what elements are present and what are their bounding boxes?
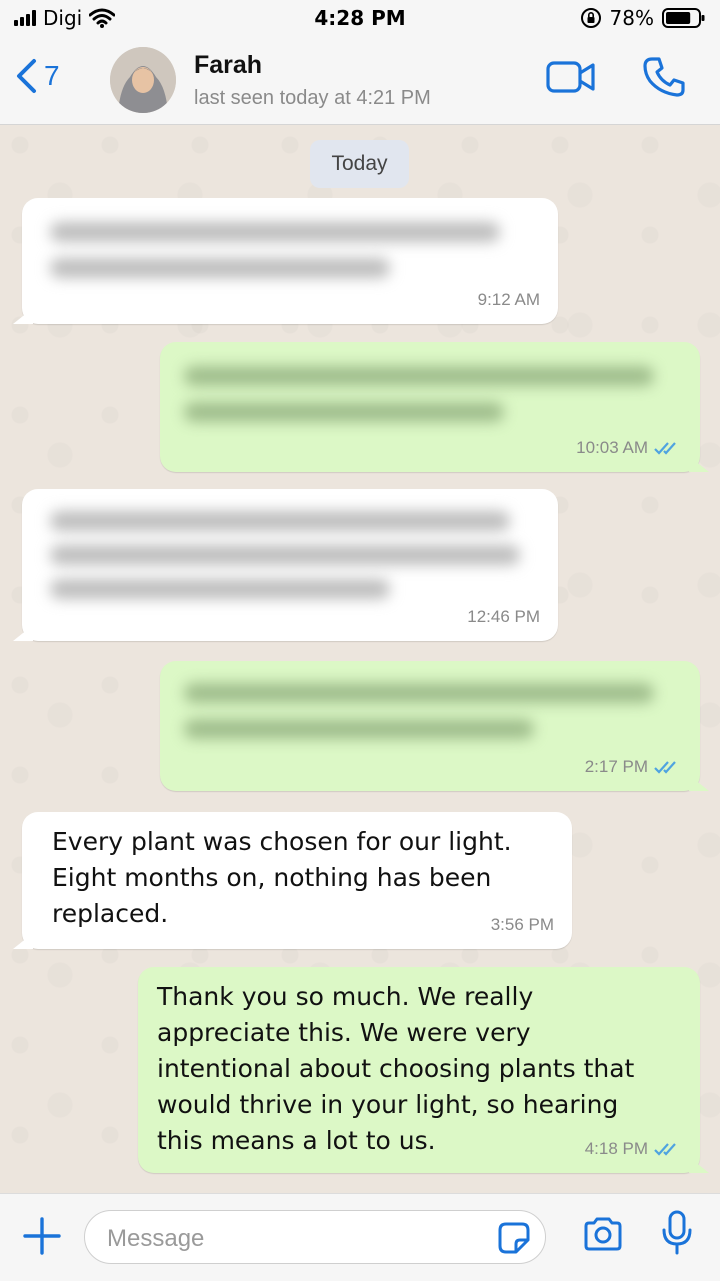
camera-icon <box>584 1217 622 1251</box>
sticker-icon <box>498 1222 530 1254</box>
message-time: 10:03 AM <box>576 438 648 457</box>
message-text: Thank you so much. We really appreciate … <box>157 982 635 1155</box>
message-time: 3:56 PM <box>490 915 554 934</box>
blurred-message-line <box>50 511 510 531</box>
chat-header: 7 Farah last seen today at 4:21 PM <box>0 38 720 125</box>
plus-icon <box>23 1217 61 1255</box>
message-input[interactable] <box>105 1221 489 1257</box>
message-time: 9:12 AM <box>477 290 540 309</box>
message-bubble-incoming[interactable]: 9:12 AM <box>13 198 558 324</box>
input-bar <box>0 1193 720 1281</box>
read-receipt-icon <box>654 761 676 774</box>
orientation-lock-icon <box>580 8 601 28</box>
chat-area[interactable]: Today 9:12 AM 10:03 AM 12:46 PM 2:17 PM … <box>0 125 720 1193</box>
read-receipt-icon <box>654 442 676 455</box>
sticker-button[interactable] <box>497 1221 531 1259</box>
chevron-left-icon <box>17 59 36 93</box>
contact-name[interactable]: Farah <box>194 51 262 80</box>
message-input-container <box>84 1210 546 1264</box>
voice-call-button[interactable] <box>642 56 686 102</box>
avatar[interactable] <box>110 47 176 113</box>
read-receipt-icon <box>654 1143 676 1156</box>
phone-icon <box>643 57 685 97</box>
status-bar: Digi 4:28 PM 78% <box>0 0 720 38</box>
battery-percent: 78% <box>609 6 654 30</box>
blurred-message-line <box>184 366 654 386</box>
blurred-message-line <box>50 222 500 242</box>
message-time: 2:17 PM <box>584 757 648 776</box>
message-bubble-outgoing[interactable]: Thank you so much. We really appreciate … <box>138 967 709 1173</box>
video-call-button[interactable] <box>546 60 596 98</box>
blurred-message-line <box>184 719 534 739</box>
message-bubble-outgoing[interactable]: 10:03 AM <box>160 342 709 472</box>
blurred-message-line <box>50 545 520 565</box>
last-seen-status: last seen today at 4:21 PM <box>194 87 431 109</box>
message-bubble-incoming[interactable]: Every plant was chosen for our light. Ei… <box>13 812 572 949</box>
blurred-message-line <box>184 683 654 703</box>
message-bubble-outgoing[interactable]: 2:17 PM <box>160 661 709 791</box>
message-time: 12:46 PM <box>467 607 540 626</box>
attach-button[interactable] <box>22 1216 62 1260</box>
microphone-button[interactable] <box>661 1210 693 1260</box>
date-separator: Today <box>310 140 409 188</box>
blurred-message-line <box>50 579 390 599</box>
blurred-message-line <box>50 258 390 278</box>
message-text: Every plant was chosen for our light. Ei… <box>52 827 512 928</box>
blurred-message-line <box>184 402 504 422</box>
unread-count: 7 <box>44 60 60 91</box>
back-button[interactable]: 7 <box>14 58 60 94</box>
camera-button[interactable] <box>582 1216 624 1256</box>
message-time: 4:18 PM <box>584 1139 648 1158</box>
video-camera-icon <box>546 61 595 93</box>
battery-icon <box>662 8 705 28</box>
microphone-icon <box>662 1210 692 1255</box>
message-bubble-incoming[interactable]: 12:46 PM <box>13 489 558 641</box>
